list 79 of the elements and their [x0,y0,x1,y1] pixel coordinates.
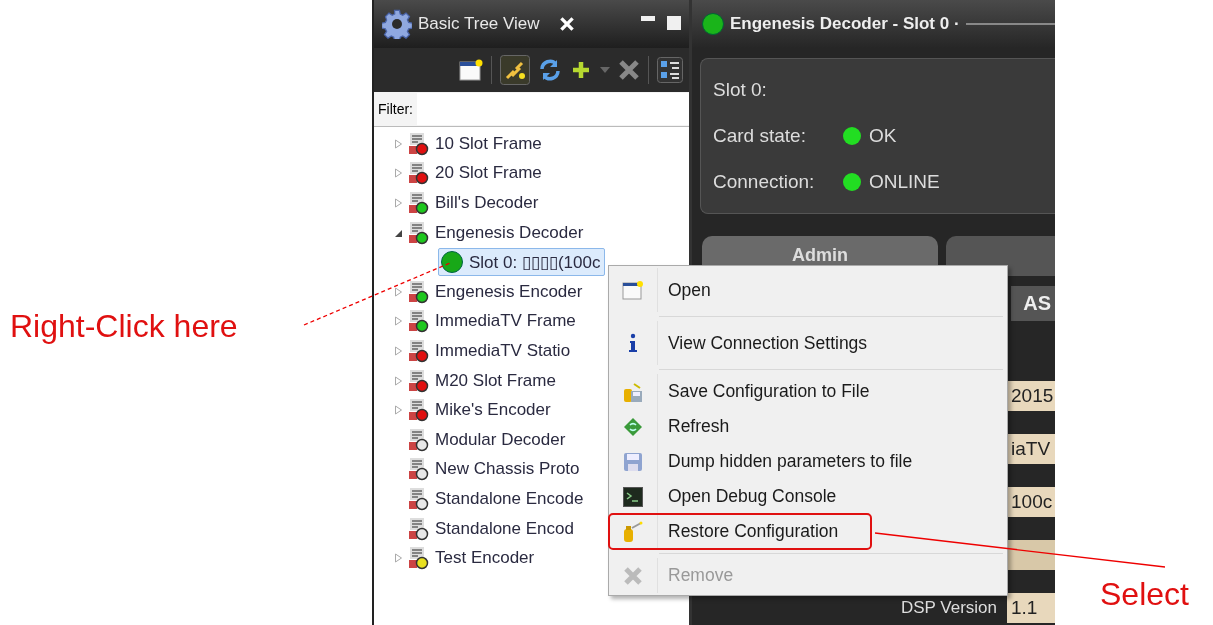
window-icon[interactable] [459,59,483,81]
filter-field[interactable] [417,93,689,125]
device-status-icon [408,486,430,511]
tree-item[interactable]: Standalone Encod [435,518,574,539]
status-label: Card state: [713,125,807,147]
tree-item[interactable]: 20 Slot Frame [435,163,542,184]
device-status-icon [408,427,430,452]
console-icon [623,486,643,507]
collapsed-arrow-icon[interactable] [394,138,403,149]
minimize-icon[interactable] [641,16,655,22]
status-value: OK [869,125,897,147]
caret-icon[interactable] [600,67,610,73]
annotation-text: Select [1100,576,1189,613]
bottle-floppy-icon [622,380,644,403]
menu-item[interactable]: Refresh [609,409,1007,444]
menu-item[interactable]: Dump hidden parameters to file [609,444,1007,479]
collapsed-arrow-icon[interactable] [394,168,403,179]
delete-icon [623,565,643,586]
gear-icon [382,9,412,39]
tree-item[interactable]: Slot 0: ▯▯▯▯(100c [438,248,606,277]
value-field: iaTV [1007,434,1055,464]
value-field: 2015 [1007,381,1055,411]
menu-item[interactable]: Save Configuration to File [609,374,1007,409]
refresh-icon [623,416,643,437]
menu-item[interactable]: Open Debug Console [609,479,1007,514]
status-dot [702,13,724,35]
collapsed-arrow-icon[interactable] [394,345,403,356]
info-icon [628,333,638,353]
value-field: 100c [1007,487,1055,517]
collapsed-arrow-icon[interactable] [394,405,403,416]
slot-label: Slot 0: [713,79,767,101]
menu-item[interactable]: View Connection Settings [609,321,1007,365]
layout-icon[interactable] [657,57,683,83]
device-status-icon [408,368,430,393]
tree-item[interactable]: 10 Slot Frame [435,133,542,154]
refresh-icon[interactable] [538,58,562,82]
menu-item[interactable]: Restore Configuration [609,514,871,549]
device-status-icon [408,279,430,304]
tree-item[interactable]: Modular Decoder [435,429,566,450]
device-status-icon [408,191,430,215]
device-status-icon [408,398,430,423]
sub-tab[interactable]: AS [1011,286,1055,321]
connect-icon[interactable] [500,55,530,85]
tree-item[interactable]: Engenesis Encoder [435,281,583,302]
status-value: ONLINE [869,171,940,193]
add-icon[interactable] [570,59,592,81]
device-status-icon [408,309,430,334]
device-title: Engenesis Decoder - Slot 0 · [730,14,960,34]
tree-item[interactable]: Standalone Encode [435,488,584,509]
tree-item[interactable]: ImmediaTV Frame [435,311,576,332]
close-icon[interactable] [559,17,574,31]
tree-item[interactable]: Bill's Decoder [435,193,539,213]
bottle-wand-icon [622,520,644,543]
tree-item[interactable]: Engenesis Decoder [435,222,584,243]
collapsed-arrow-icon[interactable] [394,316,403,327]
collapsed-arrow-icon[interactable] [394,375,403,386]
panel-title: Basic Tree View [418,14,540,34]
device-status-icon [408,220,430,245]
device-status-icon [408,546,430,571]
value-field: 1.1 [1007,593,1055,623]
device-status-icon [408,516,430,541]
window-icon [622,280,644,300]
tree-item[interactable]: Mike's Encoder [435,400,551,421]
tree-item[interactable]: ImmediaTV Statio [435,340,571,361]
device-status-icon [408,161,430,186]
collapsed-arrow-icon[interactable] [394,553,403,564]
status-label: Connection: [713,171,816,193]
tree-item[interactable]: Test Encoder [435,548,535,569]
annotation-text: Right-Click here [10,308,238,345]
collapsed-arrow-icon[interactable] [394,198,403,208]
device-status-icon [408,131,430,156]
tree-item[interactable]: New Chassis Proto [435,459,580,480]
delete-icon[interactable] [618,59,640,81]
field-label: DSP Version [900,598,997,618]
tree-item[interactable]: M20 Slot Frame [435,370,556,391]
device-status-icon [408,338,430,363]
collapsed-arrow-icon[interactable] [394,286,403,297]
filter-label: Filter: [378,101,413,117]
device-status-icon [408,457,430,482]
